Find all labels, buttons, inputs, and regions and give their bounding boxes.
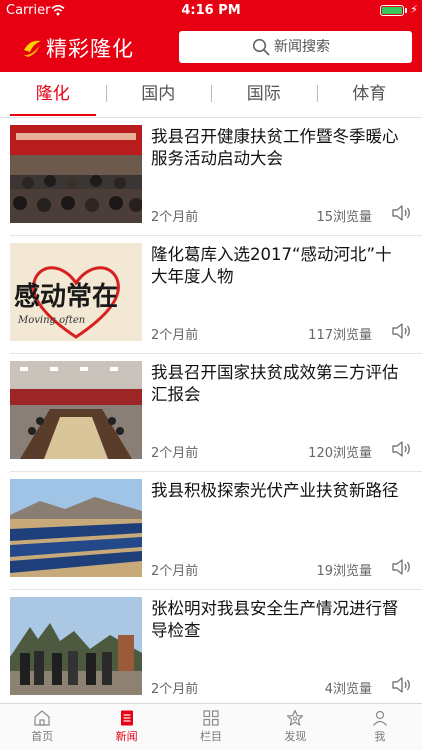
conference-room-image — [10, 361, 142, 459]
news-title: 张松明对我县安全生产情况进行督导检查 — [151, 599, 399, 640]
speaker-icon[interactable] — [390, 438, 412, 460]
news-item[interactable]: 感动常在 Moving often 隆化葛库入选2017“感动河北”十大年度人物… — [0, 236, 422, 354]
tabbar-columns[interactable]: 栏目 — [169, 704, 253, 750]
news-time: 2个月前 — [151, 328, 199, 343]
news-views: 120浏览量 — [308, 446, 372, 461]
news-thumbnail: 感动常在 Moving often — [10, 243, 142, 341]
news-views: 117浏览量 — [308, 328, 372, 343]
news-item[interactable]: 我县积极探索光伏产业扶贫新路径 2个月前 19浏览量 — [0, 472, 422, 590]
tab-domestic[interactable]: 国内 — [105, 72, 212, 117]
news-title: 我县召开国家扶贫成效第三方评估汇报会 — [151, 363, 399, 404]
charging-icon: ⚡ — [410, 3, 418, 16]
discover-icon — [287, 709, 304, 726]
meeting-hall-image — [10, 125, 142, 223]
news-title: 我县积极探索光伏产业扶贫新路径 — [151, 481, 399, 500]
active-tab-indicator — [10, 114, 96, 116]
battery-cap — [405, 8, 407, 13]
speaker-icon[interactable] — [390, 674, 412, 696]
news-item[interactable]: 张松明对我县安全生产情况进行督导检查 2个月前 4浏览量 — [0, 590, 422, 703]
grid-icon — [203, 710, 219, 726]
tabbar-news[interactable]: 新闻 — [84, 704, 168, 750]
news-time: 2个月前 — [151, 210, 199, 225]
news-thumbnail — [10, 597, 142, 695]
bottom-tab-bar: 首页 新闻 栏目 发现 我 — [0, 703, 422, 750]
news-thumbnail — [10, 361, 142, 459]
tabbar-discover[interactable]: 发现 — [253, 704, 337, 750]
tabbar-home[interactable]: 首页 — [0, 704, 84, 750]
image-text-sub: Moving often — [17, 315, 85, 326]
moving-often-image: 感动常在 Moving often — [10, 243, 142, 341]
search-input[interactable] — [274, 37, 394, 57]
news-time: 2个月前 — [151, 446, 199, 461]
tabbar-label: 新闻 — [115, 730, 138, 743]
home-icon — [34, 710, 50, 726]
tabbar-label: 首页 — [31, 730, 54, 743]
image-text-main: 感动常在 — [14, 282, 118, 312]
status-bar: Carrier 4:16 PM ⚡ — [0, 0, 422, 22]
search-box[interactable] — [179, 31, 412, 63]
tab-longhua[interactable]: 隆化 — [0, 72, 106, 117]
tab-sports[interactable]: 体育 — [316, 72, 422, 117]
clock: 4:16 PM — [181, 3, 241, 18]
news-title: 隆化葛库入选2017“感动河北”十大年度人物 — [151, 245, 392, 286]
news-views: 19浏览量 — [316, 564, 372, 579]
solar-farm-image — [10, 479, 142, 577]
app-header: 精彩隆化 — [0, 22, 422, 72]
inspection-site-image — [10, 597, 142, 695]
speaker-icon[interactable] — [390, 556, 412, 578]
tab-international[interactable]: 国际 — [211, 72, 317, 117]
profile-icon — [372, 710, 387, 726]
search-icon — [252, 38, 270, 56]
tabbar-label: 发现 — [284, 730, 307, 743]
category-tabs: 隆化 国内 国际 体育 — [0, 72, 422, 118]
tabbar-label: 我 — [374, 730, 386, 743]
news-views: 4浏览量 — [324, 682, 372, 697]
news-time: 2个月前 — [151, 682, 199, 697]
tabbar-label: 栏目 — [200, 730, 223, 743]
news-icon — [120, 710, 133, 726]
news-thumbnail — [10, 125, 142, 223]
news-list: 我县召开健康扶贫工作暨冬季暖心服务活动启动大会 2个月前 15浏览量 感动常在 … — [0, 118, 422, 703]
logo-icon — [23, 40, 41, 57]
app-title: 精彩隆化 — [46, 37, 134, 61]
news-item[interactable]: 我县召开国家扶贫成效第三方评估汇报会 2个月前 120浏览量 — [0, 354, 422, 472]
news-title: 我县召开健康扶贫工作暨冬季暖心服务活动启动大会 — [151, 127, 399, 168]
news-views: 15浏览量 — [316, 210, 372, 225]
news-item[interactable]: 我县召开健康扶贫工作暨冬季暖心服务活动启动大会 2个月前 15浏览量 — [0, 118, 422, 236]
news-time: 2个月前 — [151, 564, 199, 579]
speaker-icon[interactable] — [390, 202, 412, 224]
news-thumbnail — [10, 479, 142, 577]
speaker-icon[interactable] — [390, 320, 412, 342]
battery-icon — [380, 5, 404, 16]
tabbar-profile[interactable]: 我 — [338, 704, 422, 750]
